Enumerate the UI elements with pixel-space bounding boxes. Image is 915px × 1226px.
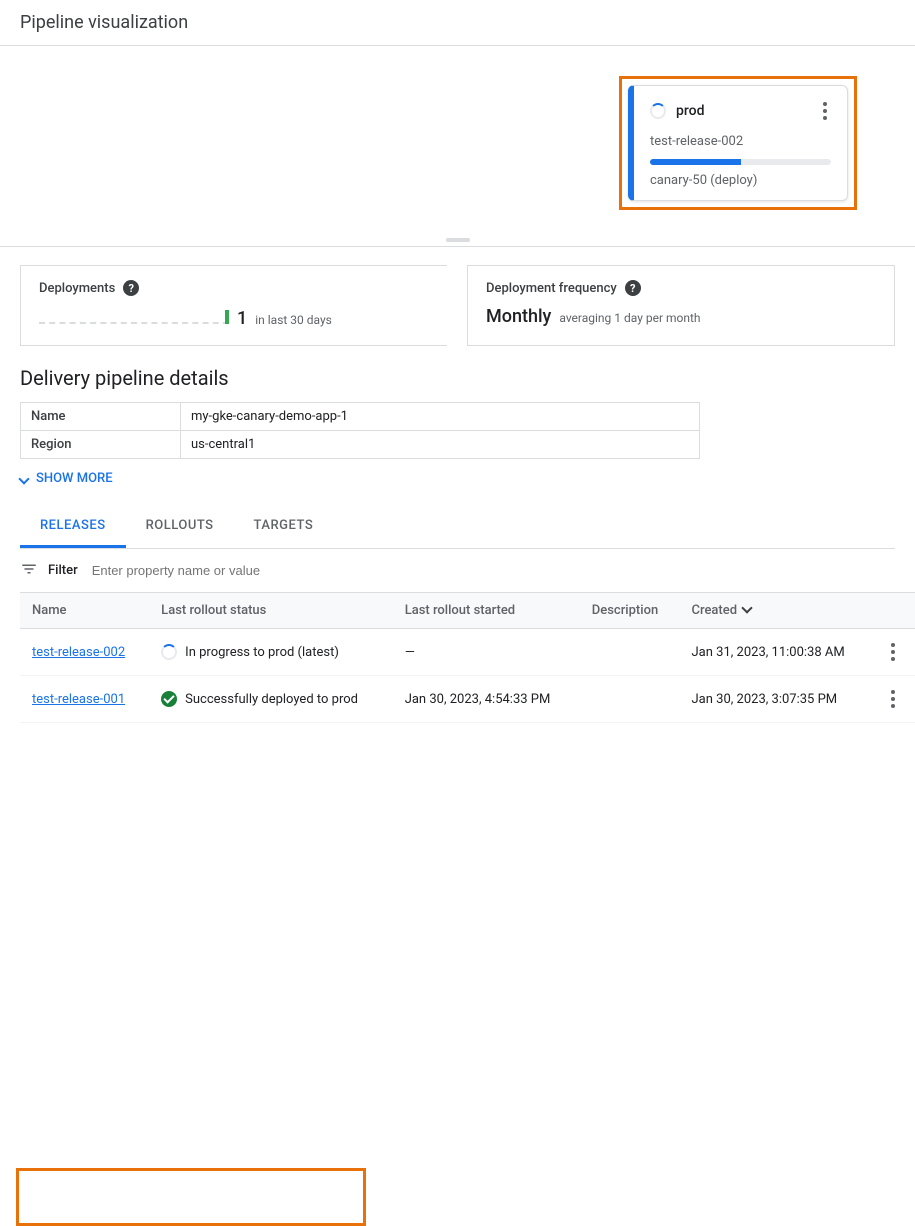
started-cell: Jan 30, 2023, 4:54:33 PM — [393, 676, 580, 723]
stage-name: prod — [676, 103, 809, 119]
release-link[interactable]: test-release-001 — [32, 692, 125, 707]
tab-rollouts[interactable]: ROLLOUTS — [126, 506, 234, 548]
col-started[interactable]: Last rollout started — [393, 593, 580, 629]
stage-card-prod[interactable]: prod test-release-002 canary-50 (deploy) — [628, 85, 848, 201]
description-cell — [580, 629, 680, 676]
pipeline-details-section: Delivery pipeline details Name my-gke-ca… — [0, 346, 915, 506]
filter-input[interactable] — [88, 559, 895, 582]
table-row: test-release-001 Successfully deployed t… — [20, 676, 915, 723]
metric-deployments: Deployments ? 1 in last 30 days — [20, 265, 447, 346]
row-menu-button[interactable] — [887, 686, 903, 712]
filter-row: Filter — [0, 549, 915, 592]
tab-targets[interactable]: TARGETS — [234, 506, 334, 548]
col-created[interactable]: Created — [679, 593, 875, 629]
stage-phase: canary-50 (deploy) — [650, 173, 831, 188]
filter-label: Filter — [48, 563, 78, 578]
status-text: In progress to prod (latest) — [185, 645, 339, 660]
filter-icon — [20, 560, 38, 582]
detail-region-label: Region — [21, 431, 181, 459]
tab-releases[interactable]: RELEASES — [20, 506, 126, 548]
stage-release: test-release-002 — [650, 134, 831, 149]
detail-row-name: Name my-gke-canary-demo-app-1 — [21, 403, 700, 431]
check-circle-icon — [161, 691, 177, 707]
col-name[interactable]: Name — [20, 593, 149, 629]
created-cell: Jan 31, 2023, 11:00:38 AM — [679, 629, 875, 676]
chevron-down-icon — [18, 473, 29, 484]
deployments-count: 1 — [237, 308, 247, 329]
table-row: test-release-002 In progress to prod (la… — [20, 629, 915, 676]
description-cell — [580, 676, 680, 723]
resize-handle[interactable] — [446, 238, 470, 242]
releases-table: Name Last rollout status Last rollout st… — [20, 592, 915, 723]
status-text: Successfully deployed to prod — [185, 692, 358, 707]
page-title: Pipeline visualization — [0, 0, 915, 45]
details-table: Name my-gke-canary-demo-app-1 Region us-… — [20, 402, 700, 459]
frequency-label: Monthly — [486, 306, 551, 327]
detail-row-region: Region us-central1 — [21, 431, 700, 459]
spinner-icon — [650, 103, 666, 119]
show-more-label: SHOW MORE — [36, 471, 113, 486]
sparkline — [39, 306, 229, 324]
col-description[interactable]: Description — [580, 593, 680, 629]
detail-region-value: us-central1 — [181, 431, 700, 459]
metric-deployments-title: Deployments — [39, 281, 115, 296]
created-cell: Jan 30, 2023, 3:07:35 PM — [679, 676, 875, 723]
show-more-button[interactable]: SHOW MORE — [20, 459, 895, 498]
details-title: Delivery pipeline details — [20, 366, 895, 390]
progress-bar — [650, 159, 831, 165]
metric-frequency-title: Deployment frequency — [486, 281, 617, 296]
detail-name-value: my-gke-canary-demo-app-1 — [181, 403, 700, 431]
help-icon[interactable]: ? — [625, 280, 641, 296]
metric-frequency: Deployment frequency ? Monthly averaging… — [467, 265, 895, 346]
highlight-box — [16, 1168, 366, 1226]
tabs: RELEASES ROLLOUTS TARGETS — [20, 506, 895, 549]
deployments-subtext: in last 30 days — [255, 313, 332, 327]
col-status[interactable]: Last rollout status — [149, 593, 393, 629]
spinner-icon — [161, 644, 177, 660]
pipeline-visualization-area: prod test-release-002 canary-50 (deploy) — [0, 46, 915, 246]
sort-desc-icon — [741, 602, 752, 613]
metrics-row: Deployments ? 1 in last 30 days Deployme… — [20, 265, 895, 346]
detail-name-label: Name — [21, 403, 181, 431]
stage-menu-button[interactable] — [819, 98, 831, 124]
help-icon[interactable]: ? — [123, 280, 139, 296]
row-menu-button[interactable] — [887, 639, 903, 665]
highlight-box: prod test-release-002 canary-50 (deploy) — [619, 76, 857, 210]
started-cell: — — [393, 629, 580, 676]
col-actions — [875, 593, 915, 629]
release-link[interactable]: test-release-002 — [32, 645, 125, 660]
divider — [0, 246, 915, 247]
frequency-subtext: averaging 1 day per month — [559, 311, 700, 325]
